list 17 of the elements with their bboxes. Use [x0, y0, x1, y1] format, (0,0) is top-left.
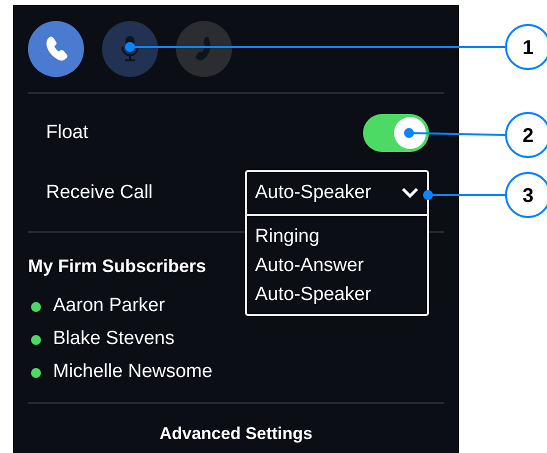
receive-call-select[interactable]: Auto-Speaker — [247, 172, 427, 214]
float-label: Float — [46, 120, 88, 145]
subscriber-name: Blake Stevens — [53, 327, 174, 352]
dropdown-option[interactable]: Auto-Speaker — [247, 280, 380, 309]
chevron-down-icon — [401, 187, 419, 199]
dropdown-option[interactable]: Auto-Answer — [247, 251, 372, 280]
receive-call-dropdown[interactable]: Auto-Speaker Ringing Auto-Answer Auto-Speaker — [245, 170, 429, 316]
receive-call-label: Receive Call — [46, 180, 153, 205]
callout-marker: 3 — [505, 172, 547, 218]
subscriber-name: Aaron Parker — [53, 294, 165, 318]
dropdown-option[interactable]: Ringing — [247, 222, 328, 251]
callout-marker: 1 — [505, 24, 547, 70]
subscriber-name: Michelle Newsome — [53, 360, 212, 384]
float-toggle[interactable] — [363, 114, 429, 152]
advanced-settings-link[interactable]: Advanced Settings — [28, 404, 444, 446]
section-title: My Firm Subscribers — [28, 255, 206, 278]
callout-marker: 2 — [505, 112, 547, 158]
